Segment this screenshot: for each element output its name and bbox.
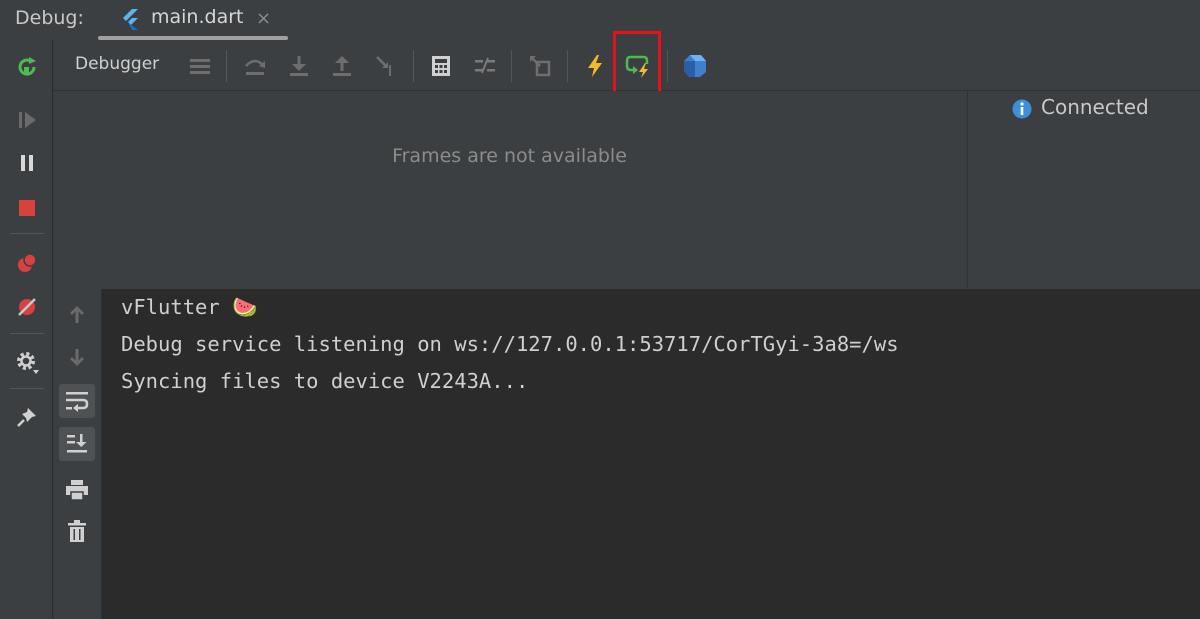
trace-icon [475,57,495,74]
view-breakpoints-button[interactable] [10,246,44,280]
resume-icon [19,112,36,128]
console-line: vFlutter 🍉 [121,295,258,319]
printer-icon [66,480,88,501]
pause-icon [21,155,33,171]
arrow-up-icon [70,306,84,323]
toolbar-divider [511,50,512,82]
scroll-to-end-icon [67,434,87,453]
info-icon [1012,99,1032,123]
dart-devtools-button[interactable] [679,50,711,82]
arrow-down-icon [70,349,84,366]
mute-breakpoints-icon [18,298,36,316]
close-icon[interactable]: × [256,8,271,29]
tab-main-dart[interactable]: main.dart × [98,0,288,40]
flutter-icon [120,8,140,34]
calculator-icon [432,56,450,76]
stop-button[interactable] [10,191,44,225]
step-into-icon [290,56,308,76]
console-line: Syncing files to device V2243A... [121,369,529,393]
debug-label: Debug: [15,7,84,29]
step-into-button[interactable] [283,50,315,82]
drop-frame-button[interactable] [524,50,556,82]
tab-label: main.dart [151,6,244,28]
step-over-icon [245,59,265,75]
toolbar-divider [413,50,414,82]
mute-breakpoints-button[interactable] [10,290,44,324]
hot-reload-icon [588,55,602,77]
console-output[interactable]: vFlutter 🍉 Debug service listening on ws… [102,289,1200,619]
step-out-button[interactable] [326,50,358,82]
debug-titlebar: Debug: main.dart × [0,0,1200,40]
pin-button[interactable] [10,400,44,434]
variables-panel: Connected [967,91,1200,288]
toolbar-divider [567,50,568,82]
drop-frame-icon [530,56,551,77]
toolbar-divider [226,50,227,82]
debug-sidebar [0,40,53,619]
frames-empty-message: Frames are not available [392,145,627,167]
debugger-toolbar: Debugger [53,31,1200,99]
console-line: Debug service listening on ws://127.0.0.… [121,332,899,356]
pin-icon [17,408,36,427]
layout-button[interactable] [184,50,216,82]
frames-panel: Frames are not available [53,91,966,288]
rerun-button[interactable] [10,50,44,84]
debugger-tab[interactable]: Debugger [75,54,159,74]
evaluate-expression-button[interactable] [425,50,457,82]
highlight-box [613,31,661,99]
sidebar-divider [10,333,44,334]
rerun-icon [18,57,36,76]
run-to-cursor-icon [376,56,391,76]
gear-icon [17,352,39,374]
settings-button[interactable] [10,345,44,379]
scroll-up-button[interactable] [59,297,95,331]
breakpoints-icon [18,253,37,272]
sidebar-divider [10,233,44,234]
stop-icon [19,200,35,216]
scroll-down-button[interactable] [59,341,95,375]
scroll-to-end-button[interactable] [59,427,95,461]
hot-reload-button[interactable] [579,50,611,82]
step-out-icon [333,56,351,76]
connection-status: Connected [1041,95,1149,119]
trace-button[interactable] [469,50,501,82]
pause-button[interactable] [10,146,44,180]
run-to-cursor-button[interactable] [370,50,402,82]
layout-icon [190,59,210,74]
resume-button[interactable] [10,103,44,137]
sidebar-divider [10,388,44,389]
print-button[interactable] [59,473,95,507]
toolbar-divider [667,50,668,82]
dart-devtools-icon [684,55,706,77]
soft-wrap-icon [66,392,89,412]
trash-icon [68,520,86,542]
step-over-button[interactable] [239,50,271,82]
soft-wrap-button[interactable] [59,384,95,418]
clear-all-button[interactable] [59,514,95,548]
console-toolbar [53,289,102,619]
